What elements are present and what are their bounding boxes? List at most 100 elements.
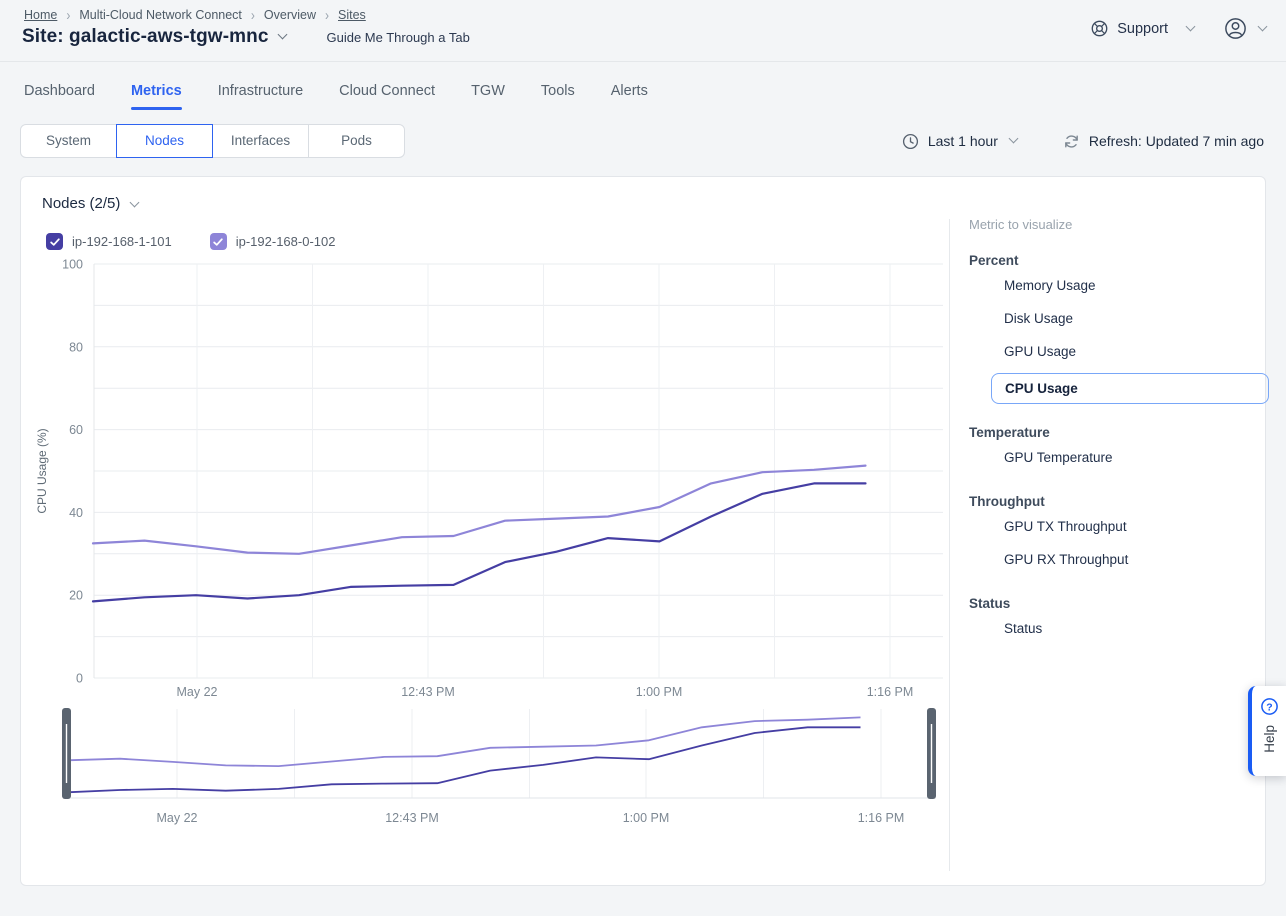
panel-divider xyxy=(949,219,950,871)
tab-dashboard[interactable]: Dashboard xyxy=(24,83,95,110)
header-actions: Support xyxy=(1090,17,1266,40)
brush-series-line-ip-192-168-0-102 xyxy=(67,717,861,766)
account-menu[interactable] xyxy=(1224,17,1266,40)
account-chevron-down-icon xyxy=(1258,21,1268,31)
breadcrumb: Home › Multi-Cloud Network Connect › Overvie… xyxy=(24,8,366,22)
series-line-ip-192-168-0-102 xyxy=(93,466,866,554)
tab-tools[interactable]: Tools xyxy=(541,83,575,110)
subtab-group: SystemNodesInterfacesPods xyxy=(20,124,405,158)
breadcrumb-separator-icon: › xyxy=(66,7,70,24)
tab-cloud-connect[interactable]: Cloud Connect xyxy=(339,83,435,110)
svg-text:?: ? xyxy=(1266,702,1272,713)
toolbar: SystemNodesInterfacesPods Last 1 hour Re… xyxy=(20,124,1264,158)
title-row: Site: galactic-aws-tgw-mnc Guide Me Thro… xyxy=(22,26,470,48)
svg-text:80: 80 xyxy=(69,340,83,354)
metric-group-header-temperature: Temperature xyxy=(969,425,1269,440)
site-chevron-down-icon[interactable] xyxy=(278,30,288,40)
metric-group-throughput: Throughput GPU TX ThroughputGPU RX Throug… xyxy=(969,494,1269,575)
tab-alerts[interactable]: Alerts xyxy=(611,83,648,110)
metric-group-header-percent: Percent xyxy=(969,253,1269,268)
svg-text:1:16 PM: 1:16 PM xyxy=(858,811,905,825)
y-axis-title: CPU Usage (%) xyxy=(35,428,49,513)
metric-item-cpu-usage[interactable]: CPU Usage xyxy=(991,373,1269,404)
svg-text:0: 0 xyxy=(76,672,83,686)
subtab-nodes[interactable]: Nodes xyxy=(116,124,213,158)
subtab-pods[interactable]: Pods xyxy=(308,124,405,158)
user-avatar-icon xyxy=(1224,17,1247,40)
chart-legend: ip-192-168-1-101 ip-192-168-0-102 xyxy=(46,233,335,250)
question-circle-icon: ? xyxy=(1260,697,1279,716)
time-range-selector[interactable]: Last 1 hour xyxy=(902,133,1017,150)
metric-item-status[interactable]: Status xyxy=(991,613,1269,644)
svg-text:May 22: May 22 xyxy=(157,811,198,825)
refresh-button[interactable]: Refresh: Updated 7 min ago xyxy=(1063,133,1264,150)
nodes-card: Nodes (2/5) ip-192-168-1-101 ip-192-168-0… xyxy=(20,176,1266,886)
metric-group-percent: Percent Memory UsageDisk UsageGPU Usage CP… xyxy=(969,253,1269,404)
metric-groups: Percent Memory UsageDisk UsageGPU Usage CP… xyxy=(969,253,1269,644)
metric-item-gpu-rx-throughput[interactable]: GPU RX Throughput xyxy=(991,544,1269,575)
subtab-system[interactable]: System xyxy=(20,124,117,158)
guide-me-button[interactable]: Guide Me Through a Tab xyxy=(326,30,469,45)
help-button[interactable]: ? Help xyxy=(1248,686,1286,776)
help-label: Help xyxy=(1262,725,1277,753)
nodes-panel-title: Nodes (2/5) xyxy=(42,195,120,212)
breadcrumb-item-home[interactable]: Home xyxy=(24,8,57,22)
metric-group-status: Status Status xyxy=(969,596,1269,644)
breadcrumb-separator-icon: › xyxy=(325,7,329,24)
legend-checkbox-ip-192-168-0-102[interactable] xyxy=(210,233,227,250)
series-line-ip-192-168-1-101 xyxy=(93,483,866,601)
metric-item-gpu-usage[interactable]: GPU Usage xyxy=(991,336,1269,367)
breadcrumb-item-multi-cloud-network-connect: Multi-Cloud Network Connect xyxy=(79,8,242,22)
metric-item-gpu-tx-throughput[interactable]: GPU TX Throughput xyxy=(991,511,1269,542)
metric-group-temperature: Temperature GPU Temperature xyxy=(969,425,1269,473)
nodes-panel-chevron-icon xyxy=(130,198,140,208)
svg-text:60: 60 xyxy=(69,423,83,437)
legend-item-ip-192-168-0-102[interactable]: ip-192-168-0-102 xyxy=(210,233,336,250)
metric-group-header-throughput: Throughput xyxy=(969,494,1269,509)
cpu-usage-line-chart: 0 20 40 60 80 100 CPU Usage (%) May 22 12:43 PM 1… xyxy=(31,253,946,713)
toolbar-right: Last 1 hour Refresh: Updated 7 min ago xyxy=(902,133,1264,150)
svg-text:1:00 PM: 1:00 PM xyxy=(623,811,670,825)
time-range-chevron-icon xyxy=(1008,134,1018,144)
legend-label: ip-192-168-1-101 xyxy=(72,234,172,249)
breadcrumb-separator-icon: › xyxy=(251,7,255,24)
legend-item-ip-192-168-1-101[interactable]: ip-192-168-1-101 xyxy=(46,233,172,250)
checkmark-icon xyxy=(49,236,61,248)
svg-text:12:43 PM: 12:43 PM xyxy=(385,811,439,825)
legend-checkbox-ip-192-168-1-101[interactable] xyxy=(46,233,63,250)
support-lifebuoy-icon xyxy=(1090,19,1109,38)
metric-panel-title: Metric to visualize xyxy=(969,217,1269,232)
breadcrumb-item-sites[interactable]: Sites xyxy=(338,8,366,22)
svg-text:1:16 PM: 1:16 PM xyxy=(867,685,914,699)
support-label: Support xyxy=(1117,21,1168,37)
checkmark-icon xyxy=(212,236,224,248)
svg-text:1:00 PM: 1:00 PM xyxy=(636,685,683,699)
support-menu[interactable]: Support xyxy=(1090,19,1194,38)
page-header: Home › Multi-Cloud Network Connect › Overvie… xyxy=(0,0,1286,62)
refresh-label: Refresh: Updated 7 min ago xyxy=(1089,133,1264,149)
svg-text:100: 100 xyxy=(62,258,83,272)
support-chevron-down-icon xyxy=(1186,21,1196,31)
refresh-icon xyxy=(1063,133,1080,150)
tab-infrastructure[interactable]: Infrastructure xyxy=(218,83,303,110)
metric-selector-panel: Metric to visualize Percent Memory UsageD… xyxy=(969,217,1269,644)
tab-bar: Dashboard Metrics Infrastructure Cloud Conn… xyxy=(0,62,1286,110)
page-title: Site: galactic-aws-tgw-mnc xyxy=(22,26,268,48)
metric-group-header-status: Status xyxy=(969,596,1269,611)
clock-icon xyxy=(902,133,919,150)
subtab-interfaces[interactable]: Interfaces xyxy=(212,124,309,158)
svg-text:May 22: May 22 xyxy=(177,685,218,699)
tab-tgw[interactable]: TGW xyxy=(471,83,505,110)
tab-metrics[interactable]: Metrics xyxy=(131,83,182,110)
metric-item-memory-usage[interactable]: Memory Usage xyxy=(991,270,1269,301)
svg-text:20: 20 xyxy=(69,589,83,603)
breadcrumb-item-overview: Overview xyxy=(264,8,316,22)
time-range-label: Last 1 hour xyxy=(928,133,998,149)
svg-text:40: 40 xyxy=(69,506,83,520)
nodes-panel-header[interactable]: Nodes (2/5) xyxy=(42,195,138,212)
chart-range-brush[interactable]: May 22 12:43 PM 1:00 PM 1:16 PM xyxy=(31,705,946,840)
metric-item-gpu-temperature[interactable]: GPU Temperature xyxy=(991,442,1269,473)
metric-item-disk-usage[interactable]: Disk Usage xyxy=(991,303,1269,334)
legend-label: ip-192-168-0-102 xyxy=(236,234,336,249)
svg-text:12:43 PM: 12:43 PM xyxy=(401,685,455,699)
